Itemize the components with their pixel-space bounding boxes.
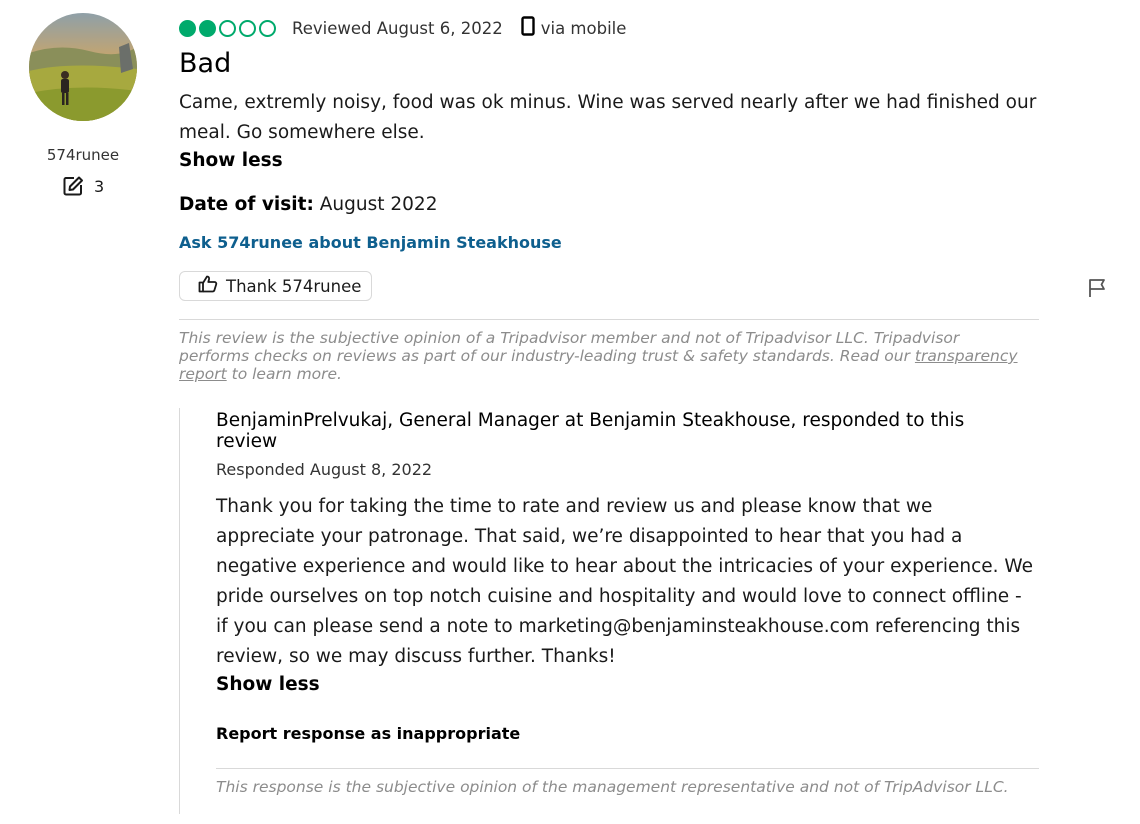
reviewed-date: Reviewed August 6, 2022 xyxy=(292,18,503,38)
rating-row: Reviewed August 6, 2022 via mobile xyxy=(179,15,626,41)
mobile-phone-icon xyxy=(521,16,535,40)
review-body: Came, extremly noisy, food was ok minus.… xyxy=(179,92,1037,143)
visit-value: August 2022 xyxy=(319,194,438,215)
response-header: BenjaminPrelvukaj, General Manager at Be… xyxy=(216,410,965,452)
avatar[interactable] xyxy=(29,13,137,121)
bubble-empty xyxy=(259,19,276,37)
reviewer-username[interactable]: 574runee xyxy=(29,146,137,164)
ask-reviewer-link[interactable]: Ask 574runee about Benjamin Steakhouse xyxy=(179,233,562,252)
response-divider xyxy=(216,768,1039,769)
bubble-filled xyxy=(199,19,216,37)
date-of-visit: Date of visit: August 2022 xyxy=(179,194,437,215)
contributions-count: 3 xyxy=(62,175,104,197)
bubble-filled xyxy=(179,19,196,37)
report-response-button[interactable]: Report response as inappropriate xyxy=(216,724,520,743)
response-border xyxy=(179,408,180,814)
device-info: via mobile xyxy=(521,16,627,40)
visit-label: Date of visit: xyxy=(179,194,314,215)
divider xyxy=(179,319,1039,320)
disclaimer-text: This review is the subjective opinion of… xyxy=(179,329,960,365)
bubble-rating xyxy=(179,19,276,37)
contributions-value: 3 xyxy=(94,176,105,196)
avatar-photo xyxy=(29,13,137,121)
thank-button[interactable]: Thank 574runee xyxy=(179,271,373,301)
thumbs-up-icon xyxy=(198,275,218,297)
review-disclaimer: This review is the subjective opinion of… xyxy=(179,329,1019,383)
thank-label: Thank 574runee xyxy=(226,276,362,296)
review-title[interactable]: Bad xyxy=(179,48,231,79)
bubble-empty xyxy=(239,19,256,37)
response-show-less-button[interactable]: Show less xyxy=(216,674,320,695)
device-label: via mobile xyxy=(540,18,627,38)
response-body: Thank you for taking the time to rate an… xyxy=(216,496,1033,667)
bubble-empty xyxy=(219,19,236,37)
show-less-button[interactable]: Show less xyxy=(179,150,283,171)
response-date: Responded August 8, 2022 xyxy=(216,460,433,479)
edit-icon xyxy=(62,175,84,197)
response-disclaimer: This response is the subjective opinion … xyxy=(216,778,1009,796)
disclaimer-text-end: to learn more. xyxy=(226,365,342,383)
flag-icon[interactable] xyxy=(1087,278,1107,302)
